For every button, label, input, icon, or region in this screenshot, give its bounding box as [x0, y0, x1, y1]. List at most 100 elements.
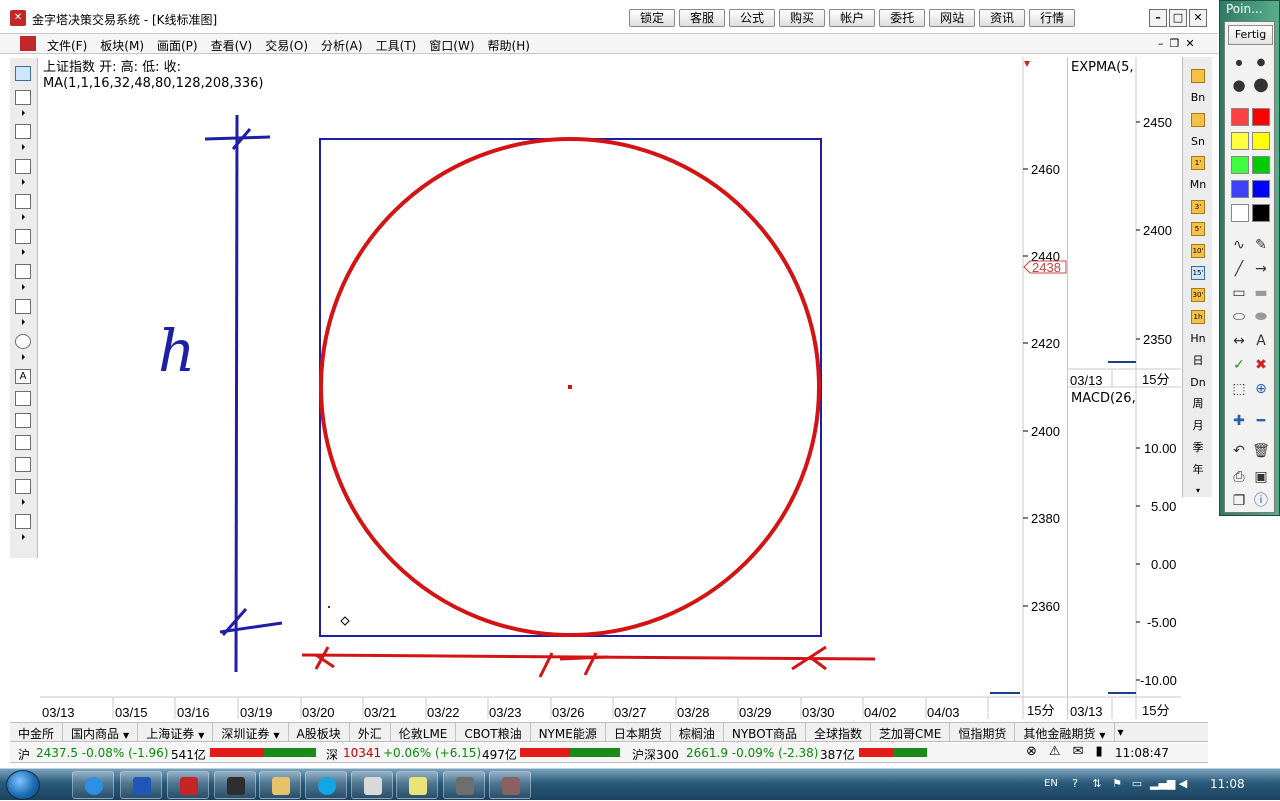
- period-5min[interactable]: 5': [1191, 222, 1205, 236]
- kline-chart[interactable]: 2460 2440 2420 2400 2380 2360 2438 03/13…: [40, 57, 1067, 719]
- tab-forex[interactable]: 外汇: [350, 723, 391, 741]
- period-more-icon[interactable]: ▾: [1186, 481, 1210, 501]
- tab-shenzhen-securities[interactable]: 深圳证券 ▼: [213, 723, 289, 741]
- expand-arrow-icon[interactable]: [22, 499, 25, 505]
- user-drawings[interactable]: h: [158, 114, 876, 678]
- checkmark-icon[interactable]: ✓: [1229, 356, 1249, 374]
- taskbar-tool-icon[interactable]: [443, 771, 485, 799]
- menu-screen[interactable]: 画面(P): [157, 37, 198, 54]
- color-swatch-yellow[interactable]: [1252, 132, 1270, 150]
- double-arrow-icon[interactable]: ↔: [1229, 332, 1249, 350]
- indicator-canvas[interactable]: 2450 2400 2350 03/13 15分 10.00 5.00 0.00…: [1068, 57, 1181, 719]
- customer-service-button[interactable]: 客服: [679, 9, 726, 27]
- done-button[interactable]: Fertig: [1228, 25, 1273, 45]
- xlarge-dot-icon[interactable]: ●: [1251, 76, 1271, 94]
- expand-arrow-icon[interactable]: [22, 354, 25, 360]
- color-swatch-white[interactable]: [1231, 204, 1249, 222]
- lock-tool-icon[interactable]: [15, 514, 31, 529]
- period-30min[interactable]: 30': [1191, 288, 1205, 302]
- connection-icon[interactable]: ⊗: [1026, 744, 1037, 759]
- period-day[interactable]: 日: [1186, 351, 1210, 371]
- period-tick-icon[interactable]: [1191, 113, 1205, 127]
- taskbar-notes-icon[interactable]: [396, 771, 438, 799]
- tab-london-lme[interactable]: 伦敦LME: [391, 723, 457, 741]
- menu-analysis[interactable]: 分析(A): [321, 37, 363, 54]
- pointer-tool-icon[interactable]: [15, 66, 31, 81]
- tab-scroll-icon[interactable]: ▾: [1115, 723, 1127, 741]
- menu-file[interactable]: 文件(F): [47, 37, 87, 54]
- ellipse-icon[interactable]: ⬭: [1229, 308, 1249, 326]
- scroll-marker-icon[interactable]: [1024, 61, 1030, 67]
- medium-dot-icon[interactable]: ●: [1251, 54, 1271, 72]
- period-year[interactable]: 年: [1186, 460, 1210, 480]
- close-icon[interactable]: ✕: [1189, 9, 1207, 27]
- tab-cffex[interactable]: 中金所: [10, 723, 64, 741]
- color-swatch-blue-light[interactable]: [1231, 180, 1249, 198]
- fan-tool-icon[interactable]: [15, 194, 31, 209]
- period-3min[interactable]: 3': [1191, 200, 1205, 214]
- tab-cbot-grains[interactable]: CBOT粮油: [456, 723, 531, 741]
- expand-arrow-icon[interactable]: [22, 144, 25, 150]
- plus-icon[interactable]: ✚: [1229, 412, 1249, 430]
- color-swatch-green[interactable]: [1252, 156, 1270, 174]
- quotes-button[interactable]: 行情: [1029, 9, 1076, 27]
- menu-help[interactable]: 帮助(H): [488, 37, 530, 54]
- dropdown-arrow-icon[interactable]: ▼: [273, 731, 279, 740]
- start-button-icon[interactable]: [6, 770, 40, 800]
- buy-button[interactable]: 购买: [779, 9, 826, 27]
- duplicate-tool-icon[interactable]: [15, 457, 31, 472]
- alert-bell-icon[interactable]: ⚠: [1049, 744, 1061, 759]
- print-icon[interactable]: ⎙: [1229, 468, 1249, 486]
- delete-x-icon[interactable]: ✖: [1251, 356, 1271, 374]
- palette-grid-tool-icon[interactable]: [15, 479, 31, 494]
- flag-icon[interactable]: ⚑: [1110, 777, 1124, 791]
- minus-icon[interactable]: ━: [1251, 412, 1271, 430]
- menu-view[interactable]: 查看(V): [211, 37, 253, 54]
- menu-sector[interactable]: 板块(M): [100, 37, 144, 54]
- freehand-icon[interactable]: ∿: [1229, 236, 1249, 254]
- tab-chicago-cme[interactable]: 芝加哥CME: [871, 723, 951, 741]
- menu-trade[interactable]: 交易(O): [265, 37, 308, 54]
- expand-arrow-icon[interactable]: [22, 534, 25, 540]
- mdi-minimize-icon[interactable]: –: [1158, 37, 1164, 50]
- tab-nyme-energy[interactable]: NYME能源: [531, 723, 606, 741]
- help-icon[interactable]: ?: [1068, 777, 1082, 791]
- tab-shanghai-securities[interactable]: 上海证券 ▼: [138, 723, 214, 741]
- small-dot-icon[interactable]: ●: [1229, 54, 1249, 72]
- undo-icon[interactable]: ↶: [1229, 442, 1249, 460]
- period-1h[interactable]: 1h: [1191, 310, 1205, 324]
- pattern-tool-icon[interactable]: [15, 264, 31, 279]
- period-month[interactable]: 月: [1186, 416, 1210, 436]
- minimize-icon[interactable]: –: [1149, 9, 1167, 27]
- large-dot-icon[interactable]: ●: [1229, 76, 1249, 94]
- period-sn[interactable]: Sn: [1186, 132, 1210, 152]
- color-swatch-green-light[interactable]: [1231, 156, 1249, 174]
- circle-tool-icon[interactable]: [15, 334, 31, 349]
- ticket-icon[interactable]: ✉: [1073, 744, 1084, 759]
- info-icon[interactable]: ⓘ: [1251, 492, 1271, 510]
- maximize-icon[interactable]: □: [1169, 9, 1187, 27]
- mdi-restore-icon[interactable]: ❐: [1170, 37, 1180, 50]
- line-icon[interactable]: ╱: [1229, 260, 1249, 278]
- copy-tool-icon[interactable]: [15, 391, 31, 406]
- menu-tools[interactable]: 工具(T): [376, 37, 417, 54]
- account-button[interactable]: 帐户: [829, 9, 876, 27]
- dropdown-arrow-icon[interactable]: ▼: [1099, 731, 1105, 740]
- taskbar-skype-icon[interactable]: [305, 771, 347, 799]
- select-area-icon[interactable]: ⬚: [1229, 380, 1249, 398]
- line-tool-icon[interactable]: [15, 90, 31, 105]
- volume-icon[interactable]: ◀: [1176, 777, 1190, 791]
- text-icon[interactable]: A: [1251, 332, 1271, 350]
- menu-window[interactable]: 窗口(W): [429, 37, 474, 54]
- rectangle-tool-icon[interactable]: [15, 299, 31, 314]
- taskbar-word-icon[interactable]: [120, 771, 162, 799]
- arrow-icon[interactable]: →: [1251, 260, 1271, 278]
- color-swatch-blue[interactable]: [1252, 180, 1270, 198]
- document-icon[interactable]: [20, 36, 36, 51]
- fibonacci-tool-icon[interactable]: [15, 229, 31, 244]
- language-indicator[interactable]: EN: [1044, 778, 1058, 789]
- period-week[interactable]: 周: [1186, 394, 1210, 414]
- period-10min[interactable]: 10': [1191, 244, 1205, 258]
- period-hn[interactable]: Hn: [1186, 329, 1210, 349]
- tab-nybot-commodities[interactable]: NYBOT商品: [724, 723, 806, 741]
